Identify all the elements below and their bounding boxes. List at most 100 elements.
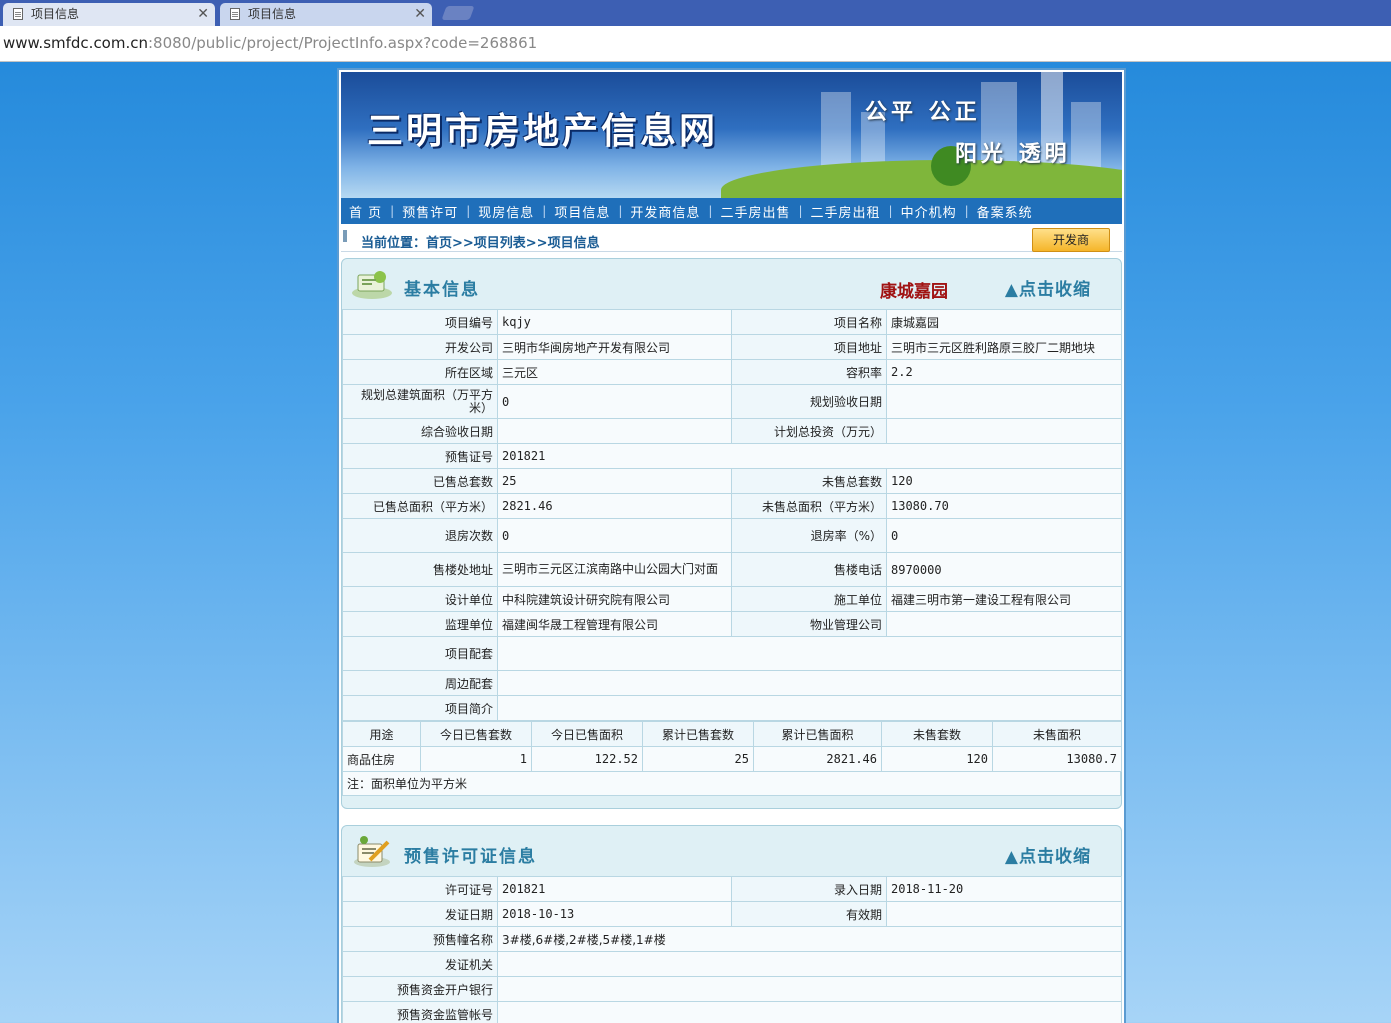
label-final-acceptance-date: 综合验收日期 (342, 418, 498, 444)
value-planned-area: 0 (497, 384, 732, 419)
label-sales-phone: 售楼电话 (731, 552, 887, 587)
breadcrumb-text[interactable]: 当前位置：首页>>项目列表>>项目信息 (361, 232, 600, 251)
value-project-address: 三明市三元区胜利路原三胶厂二期地块 (886, 334, 1122, 360)
url-domain: www.smfdc.com.cn (3, 34, 148, 52)
column-header: 今日已售套数 (420, 721, 532, 747)
column-header: 未售面积 (992, 721, 1122, 747)
label-design-unit: 设计单位 (342, 586, 498, 612)
label-plot-ratio: 容积率 (731, 359, 887, 385)
nav-presale-permit[interactable]: 预售许可 (394, 202, 466, 221)
label-supervision-unit: 监理单位 (342, 611, 498, 637)
collapse-button[interactable]: ▲点击收缩 (1005, 842, 1091, 867)
cell-unsold-units: 120 (881, 746, 993, 772)
value-refund-rate: 0 (886, 518, 1122, 553)
label-presale-number: 预售证号 (342, 443, 498, 469)
label-unsold-area: 未售总面积（平方米） (731, 493, 887, 519)
cell-today-sold-units: 1 (420, 746, 532, 772)
label-presale-buildings: 预售幢名称 (342, 926, 498, 952)
value-presale-buildings: 3#楼,6#楼,2#楼,5#楼,1#楼 (497, 926, 1122, 952)
label-issue-date: 发证日期 (342, 901, 498, 927)
notebook-icon (350, 267, 396, 301)
table-row: 项目编号 kqjy 项目名称 康城嘉园 (342, 309, 1122, 335)
label-property-management: 物业管理公司 (731, 611, 887, 637)
label-escrow-bank: 预售资金开户银行 (342, 976, 498, 1002)
value-plot-ratio: 2.2 (886, 359, 1122, 385)
value-escrow-account (497, 1001, 1122, 1023)
document-icon (230, 8, 240, 20)
nav-developer-info[interactable]: 开发商信息 (622, 202, 708, 221)
close-icon[interactable]: ✕ (414, 3, 426, 25)
sales-stats-table: 用途 今日已售套数 今日已售面积 累计已售套数 累计已售面积 未售套数 未售面积… (342, 721, 1122, 772)
table-row: 许可证号 201821 录入日期 2018-11-20 (342, 876, 1122, 902)
slogan-transparent: 阳光 透明 (955, 142, 1071, 167)
nav-agencies[interactable]: 中介机构 (893, 202, 965, 221)
table-row: 所在区域 三元区 容积率 2.2 (342, 359, 1122, 385)
presale-permit-title: 预售许可证信息 (404, 847, 537, 867)
column-header: 今日已售面积 (531, 721, 643, 747)
table-row: 已售总面积（平方米） 2821.46 未售总面积（平方米） 13080.70 (342, 493, 1122, 519)
label-planning-acceptance-date: 规划验收日期 (731, 384, 887, 419)
collapse-button[interactable]: ▲点击收缩 (1005, 275, 1091, 300)
table-row: 预售幢名称 3#楼,6#楼,2#楼,5#楼,1#楼 (342, 926, 1122, 952)
address-bar[interactable]: www.smfdc.com.cn:8080/public/project/Pro… (0, 26, 1391, 62)
label-sold-units: 已售总套数 (342, 468, 498, 494)
value-unsold-area: 13080.70 (886, 493, 1122, 519)
presale-permit-table: 许可证号 201821 录入日期 2018-11-20 发证日期 2018-10… (342, 876, 1122, 1023)
breadcrumb: 当前位置：首页>>项目列表>>项目信息 (341, 226, 1122, 252)
label-permit-number: 许可证号 (342, 876, 498, 902)
url-path: :8080/public/project/ProjectInfo.aspx?co… (148, 34, 538, 52)
value-project-intro (497, 695, 1122, 721)
table-row: 预售证号 201821 (342, 443, 1122, 469)
table-row: 售楼处地址 三明市三元区江滨南路中山公园大门对面 售楼电话 8970000 (342, 552, 1122, 587)
nav-resale[interactable]: 二手房出售 (712, 202, 798, 221)
nav-filing-system[interactable]: 备案系统 (969, 202, 1041, 221)
value-project-facilities (497, 636, 1122, 671)
cell-unsold-area: 13080.7 (992, 746, 1122, 772)
label-project-intro: 项目简介 (342, 695, 498, 721)
table-row: 规划总建筑面积（万平方米） 0 规划验收日期 (342, 384, 1122, 419)
table-row: 商品住房 1 122.52 25 2821.46 120 13080.7 (342, 746, 1122, 772)
label-district: 所在区域 (342, 359, 498, 385)
page-container: 三明市房地产信息网 公平 公正 阳光 透明 首 页 | 预售许可 | 现房信息 … (337, 68, 1126, 1023)
label-planned-investment: 计划总投资（万元） (731, 418, 887, 444)
browser-tab-active[interactable]: 项目信息 ✕ (3, 3, 215, 26)
table-row: 设计单位 中科院建筑设计研究院有限公司 施工单位 福建三明市第一建设工程有限公司 (342, 586, 1122, 612)
tab-label: 项目信息 (31, 7, 80, 21)
label-project-facilities: 项目配套 (342, 636, 498, 671)
nav-rental[interactable]: 二手房出租 (803, 202, 889, 221)
label-unsold-units: 未售总套数 (731, 468, 887, 494)
slogan-fair: 公平 公正 (865, 100, 981, 125)
table-row: 发证机关 (342, 951, 1122, 977)
label-sales-office-address: 售楼处地址 (342, 552, 498, 587)
value-planned-investment (886, 418, 1122, 444)
browser-tab-inactive[interactable]: 项目信息 ✕ (220, 3, 432, 26)
value-issuing-authority (497, 951, 1122, 977)
value-unsold-units: 120 (886, 468, 1122, 494)
basic-info-header: 基本信息 康城嘉园 ▲点击收缩 (342, 259, 1121, 309)
label-project-name: 项目名称 (731, 309, 887, 335)
value-presale-number: 201821 (497, 443, 1122, 469)
breadcrumb-marker (343, 230, 347, 242)
table-row: 监理单位 福建闽华晟工程管理有限公司 物业管理公司 (342, 611, 1122, 637)
developer-button[interactable]: 开发商 (1032, 228, 1110, 252)
cell-usage: 商品住房 (342, 746, 421, 772)
label-refund-rate: 退房率（%） (731, 518, 887, 553)
value-project-name: 康城嘉园 (886, 309, 1122, 335)
value-permit-number: 201821 (497, 876, 732, 902)
basic-info-panel: 基本信息 康城嘉园 ▲点击收缩 项目编号 kqjy 项目名称 康城嘉园 开发公司… (341, 258, 1122, 809)
close-icon[interactable]: ✕ (197, 3, 209, 25)
new-tab-button[interactable] (441, 6, 475, 20)
value-developer: 三明市华闽房地产开发有限公司 (497, 334, 732, 360)
site-title: 三明市房地产信息网 (367, 111, 719, 152)
label-project-address: 项目地址 (731, 334, 887, 360)
browser-tab-bar: 项目信息 ✕ 项目信息 ✕ (0, 0, 1391, 26)
presale-permit-panel: 预售许可证信息 ▲点击收缩 许可证号 201821 录入日期 2018-11-2… (341, 825, 1122, 1023)
document-icon (13, 8, 23, 20)
nav-existing-housing[interactable]: 现房信息 (470, 202, 542, 221)
nav-home[interactable]: 首 页 (341, 202, 390, 221)
label-refund-count: 退房次数 (342, 518, 498, 553)
nav-project-info[interactable]: 项目信息 (546, 202, 618, 221)
site-banner: 三明市房地产信息网 公平 公正 阳光 透明 (341, 72, 1122, 198)
table-row: 预售资金监管帐号 (342, 1001, 1122, 1023)
value-property-management (886, 611, 1122, 637)
